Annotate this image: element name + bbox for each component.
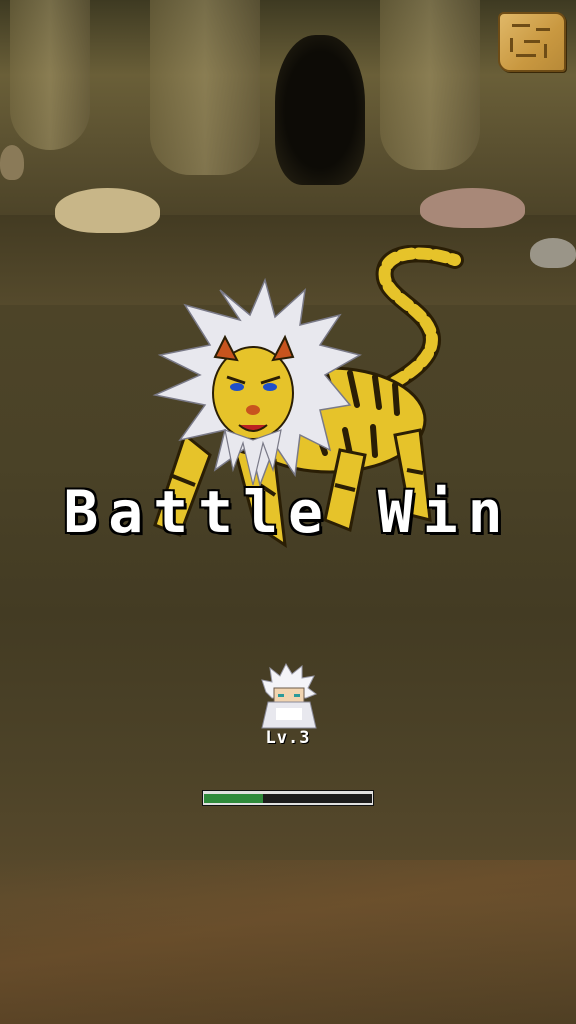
battle-win-text: Battle Win — [63, 478, 513, 546]
map-button[interactable] — [494, 8, 566, 72]
rock-column — [10, 0, 90, 150]
rock-column — [150, 0, 260, 175]
cave-opening — [275, 35, 365, 185]
boulder — [530, 238, 576, 268]
cave-floor-dirt — [0, 860, 576, 1024]
boulder — [420, 188, 525, 228]
experience-track — [204, 794, 372, 803]
boulder — [0, 145, 24, 180]
hero-level-label: Lv.3 — [265, 728, 311, 748]
experience-fill — [204, 794, 263, 803]
hero-sprite[interactable] — [258, 662, 320, 730]
experience-bar — [202, 790, 374, 806]
treasure-map-icon — [498, 12, 566, 72]
boulder — [55, 188, 160, 233]
battle-scene: Battle Win Lv.3 — [0, 0, 576, 1024]
rock-column — [380, 0, 480, 170]
